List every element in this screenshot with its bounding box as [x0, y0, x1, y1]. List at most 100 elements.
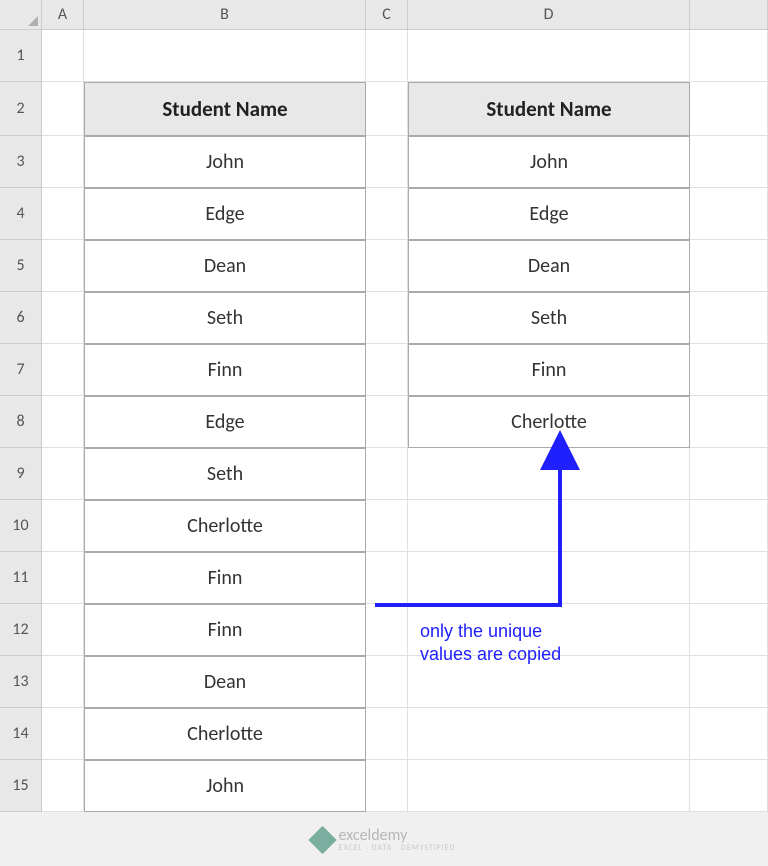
row-header-15[interactable]: 15 — [0, 760, 42, 812]
cell-b7[interactable]: Finn — [84, 344, 366, 396]
cell-d6[interactable]: Seth — [408, 292, 690, 344]
watermark-text: exceldemy — [339, 828, 456, 844]
cell-e15[interactable] — [690, 760, 768, 812]
cell-d3[interactable]: John — [408, 136, 690, 188]
cell-c7[interactable] — [366, 344, 408, 396]
cell-e8[interactable] — [690, 396, 768, 448]
cell-e2[interactable] — [690, 82, 768, 136]
select-all-corner[interactable] — [0, 0, 42, 30]
cell-c3[interactable] — [366, 136, 408, 188]
cell-b13[interactable]: Dean — [84, 656, 366, 708]
cell-e5[interactable] — [690, 240, 768, 292]
cell-c8[interactable] — [366, 396, 408, 448]
cell-a10[interactable] — [42, 500, 84, 552]
cell-a5[interactable] — [42, 240, 84, 292]
cell-b14[interactable]: Cherlotte — [84, 708, 366, 760]
cell-b2-header[interactable]: Student Name — [84, 82, 366, 136]
cell-c4[interactable] — [366, 188, 408, 240]
row-header-14[interactable]: 14 — [0, 708, 42, 760]
row-header-13[interactable]: 13 — [0, 656, 42, 708]
row-header-8[interactable]: 8 — [0, 396, 42, 448]
col-header-c[interactable]: C — [366, 0, 408, 30]
cell-e9[interactable] — [690, 448, 768, 500]
cell-c9[interactable] — [366, 448, 408, 500]
cell-b15[interactable]: John — [84, 760, 366, 812]
cell-c6[interactable] — [366, 292, 408, 344]
cell-e10[interactable] — [690, 500, 768, 552]
cell-e3[interactable] — [690, 136, 768, 188]
cell-b5[interactable]: Dean — [84, 240, 366, 292]
row-header-3[interactable]: 3 — [0, 136, 42, 188]
row-header-6[interactable]: 6 — [0, 292, 42, 344]
annotation-label: only the unique values are copied — [420, 620, 561, 667]
cell-a9[interactable] — [42, 448, 84, 500]
cell-b8[interactable]: Edge — [84, 396, 366, 448]
cell-d5[interactable]: Dean — [408, 240, 690, 292]
cell-d7[interactable]: Finn — [408, 344, 690, 396]
spreadsheet-grid: A B C D 1 2 Student Name Student Name 3 … — [0, 0, 768, 812]
cell-a6[interactable] — [42, 292, 84, 344]
cell-a7[interactable] — [42, 344, 84, 396]
cell-b3[interactable]: John — [84, 136, 366, 188]
cell-d10[interactable] — [408, 500, 690, 552]
cell-c5[interactable] — [366, 240, 408, 292]
cell-c11[interactable] — [366, 552, 408, 604]
cell-c13[interactable] — [366, 656, 408, 708]
cell-b10[interactable]: Cherlotte — [84, 500, 366, 552]
cell-c10[interactable] — [366, 500, 408, 552]
row-header-1[interactable]: 1 — [0, 30, 42, 82]
cell-d15[interactable] — [408, 760, 690, 812]
cell-c2[interactable] — [366, 82, 408, 136]
row-header-7[interactable]: 7 — [0, 344, 42, 396]
cell-a12[interactable] — [42, 604, 84, 656]
row-header-2[interactable]: 2 — [0, 82, 42, 136]
cell-c12[interactable] — [366, 604, 408, 656]
cell-a3[interactable] — [42, 136, 84, 188]
cell-a2[interactable] — [42, 82, 84, 136]
cell-d11[interactable] — [408, 552, 690, 604]
row-header-12[interactable]: 12 — [0, 604, 42, 656]
cell-a15[interactable] — [42, 760, 84, 812]
col-header-b[interactable]: B — [84, 0, 366, 30]
watermark-sub: EXCEL · DATA · DEMYSTIFIED — [339, 844, 456, 852]
cell-a14[interactable] — [42, 708, 84, 760]
watermark: exceldemy EXCEL · DATA · DEMYSTIFIED — [313, 828, 456, 852]
watermark-icon — [308, 826, 336, 854]
cell-b12[interactable]: Finn — [84, 604, 366, 656]
cell-e14[interactable] — [690, 708, 768, 760]
cell-a4[interactable] — [42, 188, 84, 240]
cell-b6[interactable]: Seth — [84, 292, 366, 344]
cell-b9[interactable]: Seth — [84, 448, 366, 500]
cell-b4[interactable]: Edge — [84, 188, 366, 240]
cell-e4[interactable] — [690, 188, 768, 240]
cell-e13[interactable] — [690, 656, 768, 708]
cell-d1[interactable] — [408, 30, 690, 82]
cell-e1[interactable] — [690, 30, 768, 82]
cell-c1[interactable] — [366, 30, 408, 82]
row-header-9[interactable]: 9 — [0, 448, 42, 500]
cell-b11[interactable]: Finn — [84, 552, 366, 604]
cell-d8[interactable]: Cherlotte — [408, 396, 690, 448]
col-header-d[interactable]: D — [408, 0, 690, 30]
row-header-11[interactable]: 11 — [0, 552, 42, 604]
cell-d4[interactable]: Edge — [408, 188, 690, 240]
row-header-4[interactable]: 4 — [0, 188, 42, 240]
cell-a1[interactable] — [42, 30, 84, 82]
cell-b1[interactable] — [84, 30, 366, 82]
cell-d14[interactable] — [408, 708, 690, 760]
cell-c14[interactable] — [366, 708, 408, 760]
row-header-10[interactable]: 10 — [0, 500, 42, 552]
cell-a13[interactable] — [42, 656, 84, 708]
cell-d2-header[interactable]: Student Name — [408, 82, 690, 136]
col-header-a[interactable]: A — [42, 0, 84, 30]
col-header-blank — [690, 0, 768, 30]
cell-a8[interactable] — [42, 396, 84, 448]
row-header-5[interactable]: 5 — [0, 240, 42, 292]
cell-d9[interactable] — [408, 448, 690, 500]
cell-e6[interactable] — [690, 292, 768, 344]
cell-e7[interactable] — [690, 344, 768, 396]
cell-c15[interactable] — [366, 760, 408, 812]
cell-e11[interactable] — [690, 552, 768, 604]
cell-e12[interactable] — [690, 604, 768, 656]
cell-a11[interactable] — [42, 552, 84, 604]
